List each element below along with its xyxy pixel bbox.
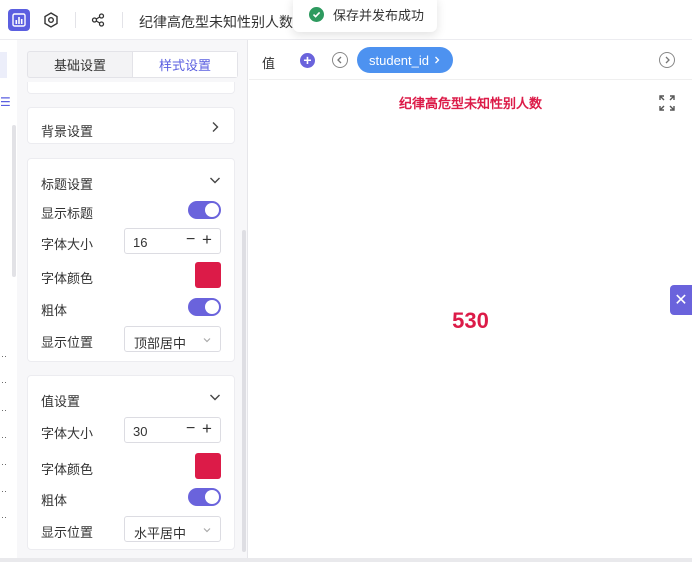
chevron-right-icon <box>435 56 440 64</box>
value-field-label: 值 <box>262 56 276 71</box>
bar-chart-icon[interactable] <box>8 9 30 31</box>
chevron-down-icon <box>203 528 211 533</box>
chevron-right-icon[interactable] <box>208 120 222 134</box>
value-font-color-swatch[interactable] <box>195 453 221 479</box>
field-bar: 值 + student_id <box>249 40 692 80</box>
close-icon[interactable]: ✕ <box>670 285 692 315</box>
title-bold-label: 粗体 <box>41 303 68 318</box>
value-bold-label: 粗体 <box>41 493 68 508</box>
list-item: ·· <box>1 351 7 361</box>
chart-title: 纪律高危型未知性别人数 <box>398 96 542 111</box>
decrement-icon[interactable]: − <box>186 420 195 438</box>
share-icon[interactable] <box>87 9 109 31</box>
increment-icon[interactable]: + <box>202 230 212 250</box>
background-settings-card[interactable]: 背景设置 <box>27 107 235 144</box>
list-item: ·· <box>1 512 7 522</box>
title-settings-card: 标题设置 显示标题 字体大小 16 − + 字体颜色 粗体 显示位置 顶部居中 <box>27 158 235 362</box>
menu-icon[interactable]: ☰ <box>0 95 11 109</box>
panel-scrollbar[interactable] <box>242 230 246 552</box>
title-position-value: 顶部居中 <box>134 336 187 351</box>
title-position-label: 显示位置 <box>41 335 94 350</box>
list-item: ·· <box>1 405 7 415</box>
value-font-size-value[interactable]: 30 <box>133 424 147 439</box>
title-font-color-swatch[interactable] <box>195 262 221 288</box>
fullscreen-icon[interactable] <box>659 95 675 111</box>
value-font-size-stepper[interactable]: 30 − + <box>124 417 221 443</box>
toast-message: 保存并发布成功 <box>333 7 425 23</box>
list-item: ·· <box>1 459 7 469</box>
list-item: ·· <box>1 486 7 496</box>
field-chip-student-id[interactable]: student_id <box>357 47 453 73</box>
decrement-icon[interactable]: − <box>186 231 195 249</box>
increment-icon[interactable]: + <box>202 419 212 439</box>
chevron-down-icon <box>203 338 211 343</box>
value-settings-label: 值设置 <box>41 394 81 409</box>
value-position-select[interactable]: 水平居中 <box>124 516 221 542</box>
gear-icon[interactable] <box>40 9 62 31</box>
chart-preview: 值 + student_id 纪律高危型未知性别人数 530 <box>249 40 692 562</box>
metric-value: 530 <box>452 308 489 333</box>
title-bold-toggle[interactable] <box>188 298 221 316</box>
chevron-down-icon[interactable] <box>208 390 222 404</box>
value-font-size-label: 字体大小 <box>41 426 94 441</box>
value-settings-card: 值设置 字体大小 30 − + 字体颜色 粗体 显示位置 水平居中 <box>27 375 235 550</box>
background-settings-label: 背景设置 <box>41 124 94 139</box>
settings-tabs: 基础设置 样式设置 <box>27 51 238 78</box>
list-item: ·· <box>1 432 7 442</box>
title-settings-label: 标题设置 <box>41 177 94 192</box>
value-font-color-label: 字体颜色 <box>41 462 94 477</box>
toolbar-divider <box>75 12 76 28</box>
value-bold-toggle[interactable] <box>188 488 221 506</box>
settings-panel: 基础设置 样式设置 背景设置 标题设置 显示标题 字体大小 16 − + 字体颜… <box>17 40 248 562</box>
chevron-down-icon[interactable] <box>208 173 222 187</box>
scroll-right-icon[interactable] <box>659 52 675 68</box>
title-font-size-label: 字体大小 <box>41 237 94 252</box>
title-font-size-value[interactable]: 16 <box>133 235 147 250</box>
previous-settings-card <box>27 82 235 94</box>
title-position-select[interactable]: 顶部居中 <box>124 326 221 352</box>
list-item: ·· <box>1 377 7 387</box>
left-nav-strip: ☰ ·· ·· ·· ·· ·· ·· ·· <box>0 40 17 562</box>
add-field-icon[interactable]: + <box>300 53 315 68</box>
title-font-color-label: 字体颜色 <box>41 271 94 286</box>
success-toast: 保存并发布成功 <box>293 0 437 32</box>
title-font-size-stepper[interactable]: 16 − + <box>124 228 221 254</box>
value-position-label: 显示位置 <box>41 525 94 540</box>
check-circle-icon <box>309 6 324 22</box>
field-chip-label: student_id <box>369 52 429 68</box>
tab-style-settings[interactable]: 样式设置 <box>132 52 237 77</box>
document-title: 纪律高危型未知性别人数 <box>139 14 293 30</box>
toolbar-divider <box>122 12 123 28</box>
show-title-label: 显示标题 <box>41 206 94 221</box>
nav-scrollbar[interactable] <box>12 125 16 277</box>
value-position-value: 水平居中 <box>134 526 187 541</box>
scroll-left-icon[interactable] <box>332 52 348 68</box>
show-title-toggle[interactable] <box>188 201 221 219</box>
tab-basic-settings[interactable]: 基础设置 <box>28 52 132 77</box>
bottom-divider <box>0 558 692 562</box>
nav-active-indicator <box>0 52 7 78</box>
